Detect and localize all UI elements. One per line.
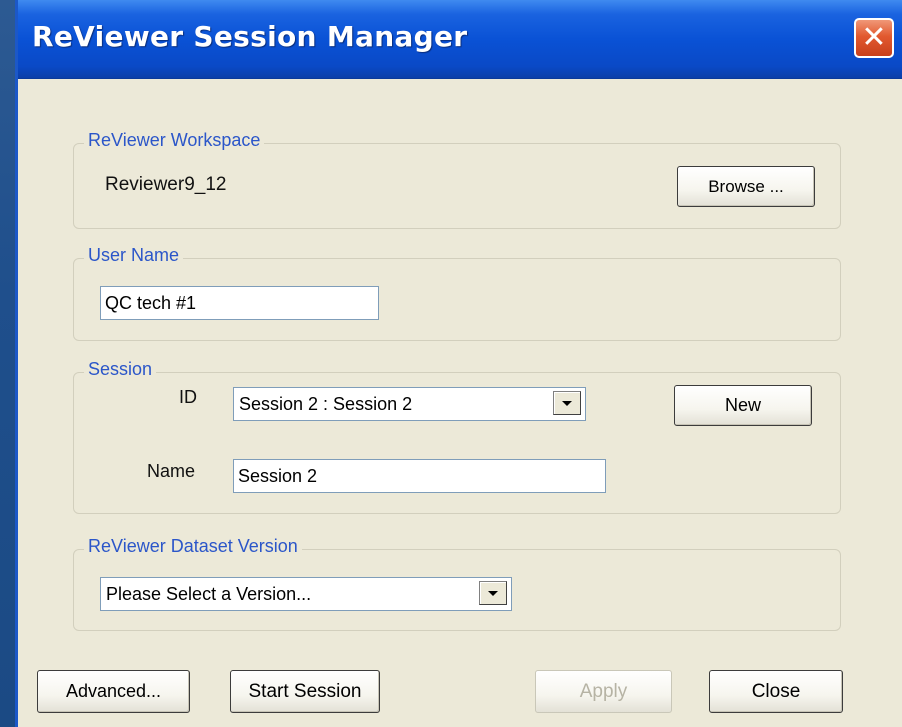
session-id-label: ID bbox=[179, 387, 197, 407]
session-name-label: Name bbox=[147, 461, 196, 481]
window-title: ReViewer Session Manager bbox=[32, 20, 468, 53]
user-name-group-label: User Name bbox=[84, 245, 184, 266]
chevron-down-icon[interactable] bbox=[553, 391, 581, 415]
session-group-label: Session bbox=[84, 359, 157, 380]
advanced-button[interactable]: Advanced... bbox=[37, 670, 190, 713]
close-icon: ✕ bbox=[861, 20, 887, 55]
workspace-group-label: ReViewer Workspace bbox=[84, 130, 265, 151]
session-id-select[interactable]: Session 2 : Session 2 bbox=[233, 387, 586, 421]
close-window-button[interactable]: ✕ bbox=[854, 18, 894, 58]
user-name-field[interactable]: QC tech #1 bbox=[100, 286, 379, 320]
session-id-selected: Session 2 : Session 2 bbox=[239, 394, 413, 414]
dataset-version-select[interactable]: Please Select a Version... bbox=[100, 577, 512, 611]
dataset-version-group-label: ReViewer Dataset Version bbox=[84, 536, 302, 557]
dataset-version-selected: Please Select a Version... bbox=[106, 584, 312, 604]
browse-button[interactable]: Browse ... bbox=[677, 166, 815, 207]
close-button[interactable]: Close bbox=[709, 670, 843, 713]
start-session-button[interactable]: Start Session bbox=[230, 670, 380, 713]
chevron-down-icon[interactable] bbox=[479, 581, 507, 605]
new-session-button[interactable]: New bbox=[674, 385, 812, 426]
session-name-field[interactable]: Session 2 bbox=[233, 459, 606, 493]
title-bar[interactable]: ReViewer Session Manager ✕ bbox=[18, 0, 902, 79]
workspace-value: Reviewer9_12 bbox=[105, 174, 227, 195]
apply-button[interactable]: Apply bbox=[535, 670, 672, 713]
session-manager-window: ReViewer Session Manager ✕ ReViewer Work… bbox=[15, 0, 902, 727]
